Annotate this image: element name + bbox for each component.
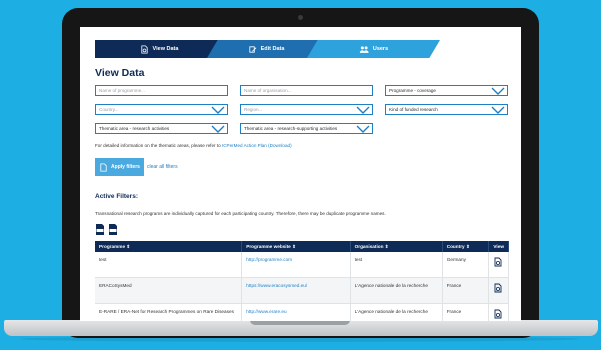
cell-organisation: L'Agence nationale de la recherche [350,303,443,321]
view-record-icon[interactable] [493,309,503,319]
table-row: ERACoSysMed https://www.eracosysmed.eu/ … [95,277,509,304]
cell-programme: E-RARE / ERA-Net for Research Programmes… [95,303,243,321]
programmes-table: Programme ⇕ Programme website ⇕ Organisa… [95,241,509,321]
cell-country: France [442,277,490,304]
cell-website-link[interactable]: https://www.eracosysmed.eu/ [241,277,351,304]
view-record-icon[interactable] [493,257,503,267]
cell-country: France [442,303,490,321]
chevron-down-icon [356,106,370,114]
region-select[interactable]: Region... [240,104,373,115]
kind-of-research-value: Kind of funded research [389,107,438,112]
programme-name-placeholder: Name of programme... [99,88,145,93]
transnational-note: Transnational research programs are indi… [95,211,386,216]
chevron-down-icon [491,106,505,114]
cell-organisation: L'Agence nationale de la recherche [350,277,443,304]
organisation-name-input[interactable]: Name of organisation... [240,85,373,96]
export-csv-icon[interactable] [95,224,105,235]
country-select[interactable]: Country... [95,104,228,115]
webcam [298,15,303,20]
tab-users-label: Users [372,46,389,52]
thematic-support-value: Thematic area - research-supporting acti… [244,126,338,131]
cell-website-link[interactable]: http://programme.com [241,252,351,278]
tab-view-data-label: View Data [152,46,179,52]
tab-users[interactable]: Users [307,40,440,58]
chevron-down-icon [356,125,370,133]
country-placeholder: Country... [99,107,119,112]
kind-of-research-select[interactable]: Kind of funded research [385,104,508,115]
table-header-row: Programme ⇕ Programme website ⇕ Organisa… [95,241,509,252]
organisation-name-placeholder: Name of organisation... [244,88,292,93]
users-icon [359,45,369,53]
view-data-icon [140,44,148,54]
column-country[interactable]: Country ⇕ [442,241,490,252]
active-filters-title: Active Filters: [95,193,138,200]
tab-bar: View Data Edit Data Users [95,40,440,58]
edit-data-icon [248,45,256,53]
thematic-note-text: For detailed information on the thematic… [95,143,222,148]
column-website[interactable]: Programme website ⇕ [241,241,351,252]
tab-edit-data[interactable]: Edit Data [207,40,325,58]
cell-view [488,252,509,278]
filter-icon [100,162,107,172]
tab-edit-data-label: Edit Data [260,46,285,52]
app-screen: View Data Edit Data Users View Data Name… [80,27,521,321]
cell-view [488,303,509,321]
chevron-down-icon [211,106,225,114]
apply-filters-button[interactable]: Apply filters [95,158,144,176]
action-plan-link[interactable]: ICPerMed Action Plan (Download) [222,143,292,148]
coverage-select[interactable]: Programme - coverage [385,85,508,96]
cell-programme: test [95,252,243,278]
column-organisation[interactable]: Organisation ⇕ [350,241,443,252]
coverage-value: Programme - coverage [389,88,436,93]
thematic-research-value: Thematic area - research activities [99,126,170,131]
programme-name-input[interactable]: Name of programme... [95,85,228,96]
table-row: E-RARE / ERA-Net for Research Programmes… [95,303,509,321]
cell-organisation: test [350,252,443,278]
thematic-support-select[interactable]: Thematic area - research-supporting acti… [240,123,373,134]
clear-filters-link[interactable]: clear all filters [147,164,178,170]
cell-programme: ERACoSysMed [95,277,243,304]
export-xls-icon[interactable] [108,224,118,235]
page-title: View Data [95,67,145,79]
thematic-research-select[interactable]: Thematic area - research activities [95,123,228,134]
cell-country: Germany [442,252,490,278]
view-record-icon[interactable] [493,283,503,293]
column-view: View [488,241,509,252]
table-row: test http://programme.com test Germany [95,252,509,278]
chevron-down-icon [211,125,225,133]
thematic-note: For detailed information on the thematic… [95,143,292,148]
chevron-down-icon [491,87,505,95]
laptop-shadow [20,336,580,342]
column-programme[interactable]: Programme ⇕ [95,241,243,252]
cell-website-link[interactable]: http://www.erare.eu [241,303,351,321]
tab-view-data[interactable]: View Data [95,40,223,58]
region-placeholder: Region... [244,107,263,112]
apply-filters-label: Apply filters [111,164,140,170]
cell-view [488,277,509,304]
